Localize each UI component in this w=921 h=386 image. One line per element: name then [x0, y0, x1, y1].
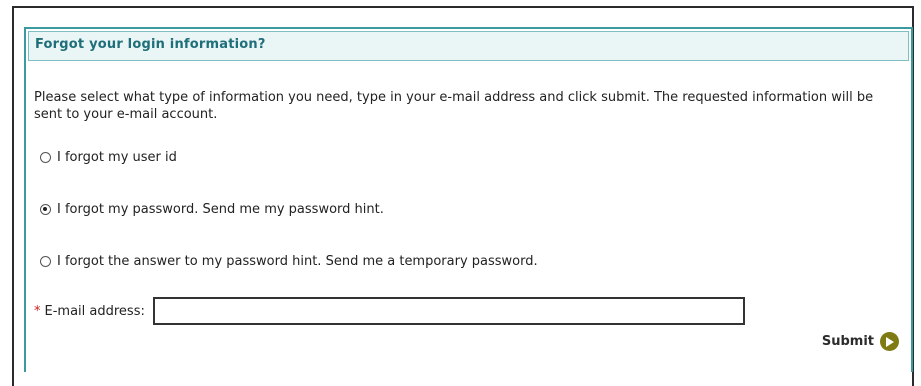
radio-forgot-hint-answer[interactable]	[40, 256, 51, 267]
option-label-forgot-user-id: I forgot my user id	[57, 150, 177, 165]
play-arrow-icon[interactable]	[880, 332, 899, 351]
option-forgot-password[interactable]: I forgot my password. Send me my passwor…	[40, 202, 384, 217]
required-marker: *	[34, 303, 41, 319]
panel-title: Forgot your login information?	[35, 37, 266, 52]
email-label: E-mail address:	[44, 303, 145, 319]
radio-forgot-user-id[interactable]	[40, 152, 51, 163]
submit-button[interactable]: Submit	[822, 332, 899, 351]
panel-header: Forgot your login information?	[28, 31, 909, 61]
option-forgot-user-id[interactable]: I forgot my user id	[40, 150, 177, 165]
email-field[interactable]	[152, 297, 745, 325]
option-label-forgot-password: I forgot my password. Send me my passwor…	[57, 202, 384, 217]
instructions-text: Please select what type of information y…	[34, 90, 874, 122]
option-forgot-hint-answer[interactable]: I forgot the answer to my password hint.…	[40, 254, 538, 269]
option-label-forgot-hint-answer: I forgot the answer to my password hint.…	[57, 254, 538, 269]
forgot-login-panel: Forgot your login information? Please se…	[24, 27, 913, 372]
email-row: * E-mail address:	[34, 297, 745, 325]
radio-forgot-password[interactable]	[40, 204, 51, 215]
submit-label: Submit	[821, 334, 874, 349]
